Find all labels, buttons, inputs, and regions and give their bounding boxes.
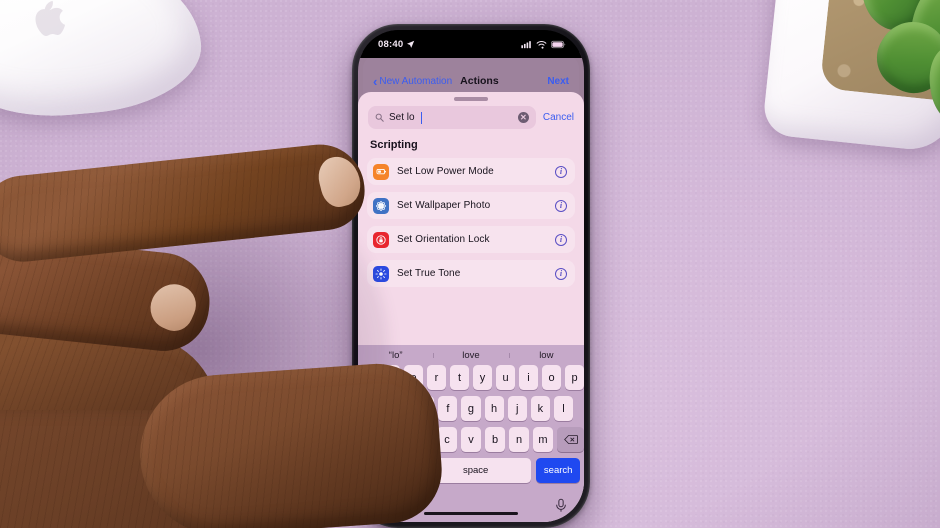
info-circle-icon[interactable]: i xyxy=(555,165,567,178)
key-l[interactable]: l xyxy=(553,396,573,422)
chevron-left-icon: ‹ xyxy=(373,73,378,89)
suggestion-bar: “lo” love low xyxy=(358,345,584,365)
search-return-key[interactable]: search xyxy=(536,458,580,484)
key-b[interactable]: b xyxy=(485,427,505,453)
search-input[interactable]: Set lo ✕ xyxy=(368,106,536,129)
search-input-value: Set lo xyxy=(389,112,415,123)
hand xyxy=(0,120,446,528)
list-item-label: Set Low Power Mode xyxy=(397,166,494,177)
list-item[interactable]: Set True Tone i xyxy=(367,260,575,287)
key-p[interactable]: p xyxy=(565,365,584,391)
list-item[interactable]: Set Wallpaper Photo i xyxy=(367,192,575,219)
location-arrow-icon xyxy=(407,40,415,48)
back-button-label: New Automation xyxy=(379,75,453,87)
list-item[interactable]: Set Low Power Mode i xyxy=(367,158,575,185)
index-finger xyxy=(0,140,369,266)
key-k[interactable]: k xyxy=(530,396,550,422)
skin-texture xyxy=(0,140,369,266)
key-m[interactable]: m xyxy=(533,427,553,453)
key-n[interactable]: n xyxy=(509,427,529,453)
key-i[interactable]: i xyxy=(519,365,538,391)
key-f[interactable]: f xyxy=(438,396,458,422)
microphone-icon[interactable] xyxy=(554,498,568,513)
list-item-label: Set True Tone xyxy=(397,268,461,279)
wifi-icon xyxy=(536,40,547,49)
key-r[interactable]: r xyxy=(427,365,446,391)
navigation-bar: ‹ New Automation Actions Next xyxy=(363,68,579,94)
dynamic-island xyxy=(423,30,519,48)
next-button[interactable]: Next xyxy=(547,76,569,87)
key-j[interactable]: j xyxy=(507,396,527,422)
key-o[interactable]: o xyxy=(542,365,561,391)
battery-icon xyxy=(551,40,566,48)
status-time: 08:40 xyxy=(378,38,404,50)
list-item[interactable]: Set Orientation Lock i xyxy=(367,226,575,253)
skin-texture xyxy=(134,359,446,528)
backspace-icon[interactable] xyxy=(557,427,584,453)
list-item-label: Set Orientation Lock xyxy=(397,234,490,245)
key-g[interactable]: g xyxy=(461,396,481,422)
succulent-plant xyxy=(761,0,940,154)
home-indicator[interactable] xyxy=(424,511,518,515)
clear-circle-icon[interactable]: ✕ xyxy=(517,112,529,123)
key-v[interactable]: v xyxy=(461,427,481,453)
cellular-signal-icon xyxy=(521,40,531,48)
back-button[interactable]: ‹ New Automation xyxy=(373,75,452,88)
list-item-label: Set Wallpaper Photo xyxy=(397,200,491,211)
info-circle-icon[interactable]: i xyxy=(555,267,567,280)
page-title: Actions xyxy=(460,75,499,87)
key-y[interactable]: y xyxy=(473,365,492,391)
thumb xyxy=(134,359,446,528)
status-bar-indicators xyxy=(521,40,566,49)
suggestion-2[interactable]: low xyxy=(508,350,584,361)
suggestion-1[interactable]: love xyxy=(433,350,508,361)
info-circle-icon[interactable]: i xyxy=(555,199,567,212)
scene: ‹ New Automation Actions Next Set lo ✕ C… xyxy=(0,0,940,528)
key-u[interactable]: u xyxy=(496,365,515,391)
text-cursor xyxy=(420,111,422,124)
apple-logo-icon xyxy=(35,0,66,36)
key-h[interactable]: h xyxy=(484,396,504,422)
section-header-scripting: Scripting xyxy=(370,139,418,151)
search-row: Set lo ✕ Cancel xyxy=(358,101,584,136)
info-circle-icon[interactable]: i xyxy=(555,233,567,246)
results-list: Scripting Set Low Power Mode i Set Wallp… xyxy=(358,136,584,287)
key-t[interactable]: t xyxy=(450,365,469,391)
status-bar-time-group: 08:40 xyxy=(378,39,415,50)
cancel-button[interactable]: Cancel xyxy=(543,112,574,123)
